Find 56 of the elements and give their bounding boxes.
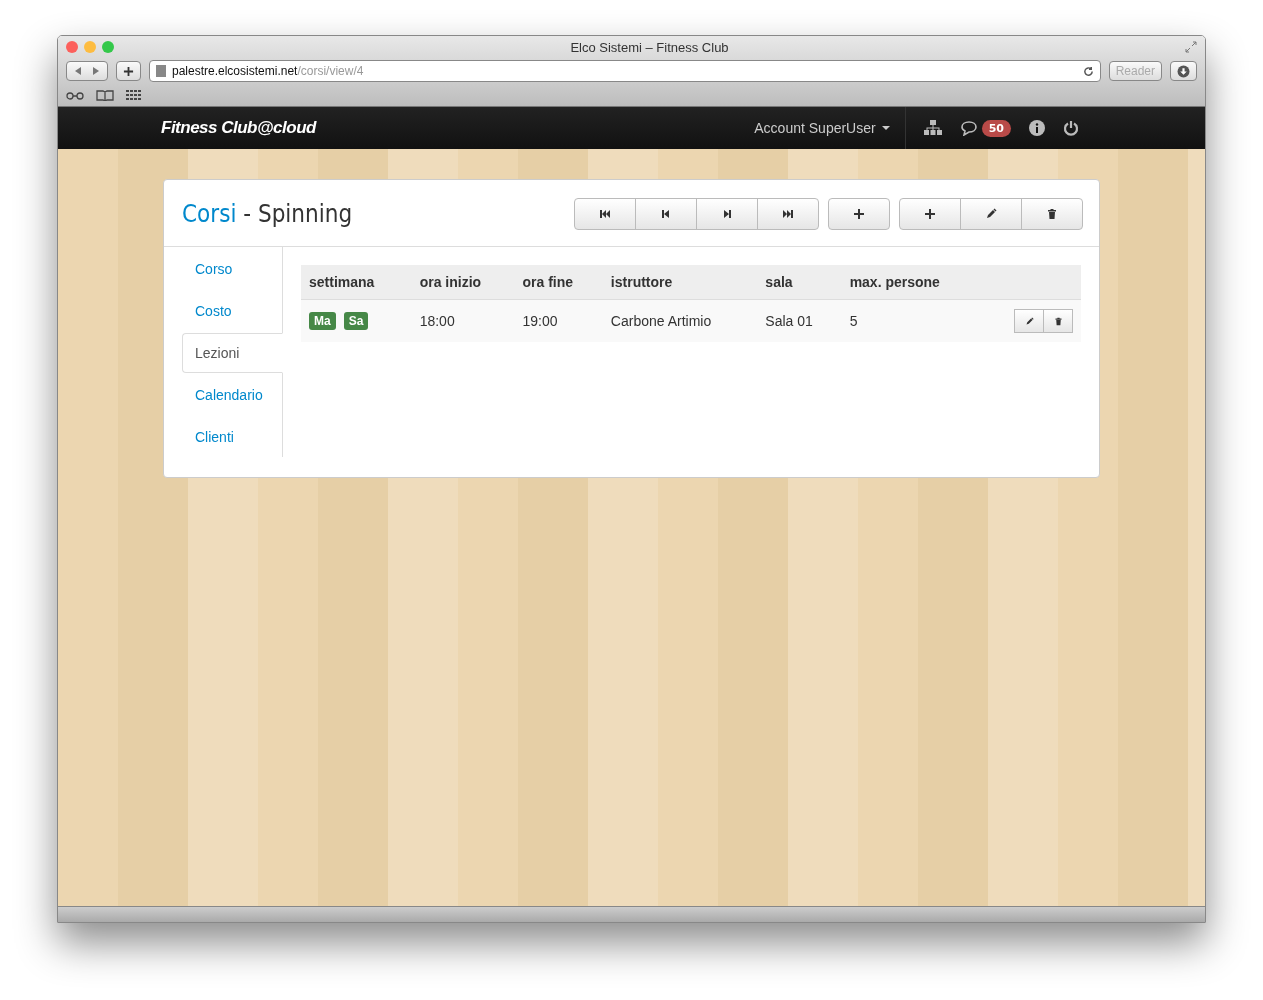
grid-icon[interactable] xyxy=(126,89,141,101)
column-header: sala xyxy=(757,265,842,300)
table-cell: 18:00 xyxy=(411,299,515,342)
address-bar[interactable]: palestre.elcosistemi.net/corsi/view/4 xyxy=(149,60,1101,82)
trash-icon xyxy=(1053,316,1063,326)
column-header: max. persone xyxy=(841,265,983,300)
delete-button[interactable] xyxy=(1043,309,1073,333)
plus-icon xyxy=(853,208,865,220)
side-tab[interactable]: Lezioni xyxy=(182,333,283,373)
table-cell: 5 xyxy=(841,299,983,342)
column-header: settimana xyxy=(301,265,412,300)
side-tab[interactable]: Calendario xyxy=(182,375,283,415)
delete-button[interactable] xyxy=(1021,198,1083,230)
sitemap-icon[interactable] xyxy=(923,120,942,136)
window-title: Elco Sistemi – Fitness Club xyxy=(569,39,730,55)
breadcrumb-link[interactable]: Corsi xyxy=(182,200,237,228)
glasses-icon[interactable] xyxy=(66,90,84,100)
side-tab[interactable]: Corso xyxy=(182,249,283,289)
day-label: Sa xyxy=(343,312,369,330)
caret-icon xyxy=(881,126,890,130)
step-back-icon xyxy=(660,208,672,220)
pencil-icon xyxy=(985,208,997,220)
skip-last-icon xyxy=(782,208,794,220)
download-button[interactable] xyxy=(1170,61,1197,81)
side-tab[interactable]: Costo xyxy=(182,291,283,331)
last-button[interactable] xyxy=(757,198,819,230)
speech-bubble-icon[interactable] xyxy=(959,120,978,136)
side-tab[interactable]: Clienti xyxy=(182,417,283,457)
column-header: istruttore xyxy=(602,265,758,300)
plus-icon xyxy=(123,65,134,77)
back-forward-button[interactable] xyxy=(66,61,108,81)
skip-first-icon xyxy=(599,208,611,220)
reload-icon[interactable] xyxy=(1082,65,1094,77)
fullscreen-icon[interactable] xyxy=(1185,41,1197,53)
step-forward-icon xyxy=(721,208,733,220)
download-icon xyxy=(1177,64,1190,78)
book-icon[interactable] xyxy=(96,89,114,101)
notification-badge[interactable]: 50 xyxy=(981,119,1011,137)
table-cell: Carbone Artimio xyxy=(602,299,758,342)
plus-icon xyxy=(924,208,936,220)
power-icon[interactable] xyxy=(1063,120,1079,136)
brand-logo[interactable]: Fitness Club@cloud xyxy=(161,118,316,138)
table-cell: 19:00 xyxy=(514,299,603,342)
back-forward-icon xyxy=(73,66,101,76)
pencil-icon xyxy=(1024,316,1034,326)
new-tab-button[interactable] xyxy=(116,61,141,81)
page-icon xyxy=(156,65,166,77)
day-label: Ma xyxy=(309,312,336,330)
trash-icon xyxy=(1046,208,1058,220)
first-button[interactable] xyxy=(574,198,636,230)
close-button[interactable] xyxy=(66,41,78,53)
table-cell: Sala 01 xyxy=(757,299,842,342)
page-title: Corsi - Spinning xyxy=(182,200,354,228)
info-icon[interactable] xyxy=(1029,120,1045,136)
column-header: ora fine xyxy=(514,265,603,300)
column-header: ora inizio xyxy=(411,265,515,300)
